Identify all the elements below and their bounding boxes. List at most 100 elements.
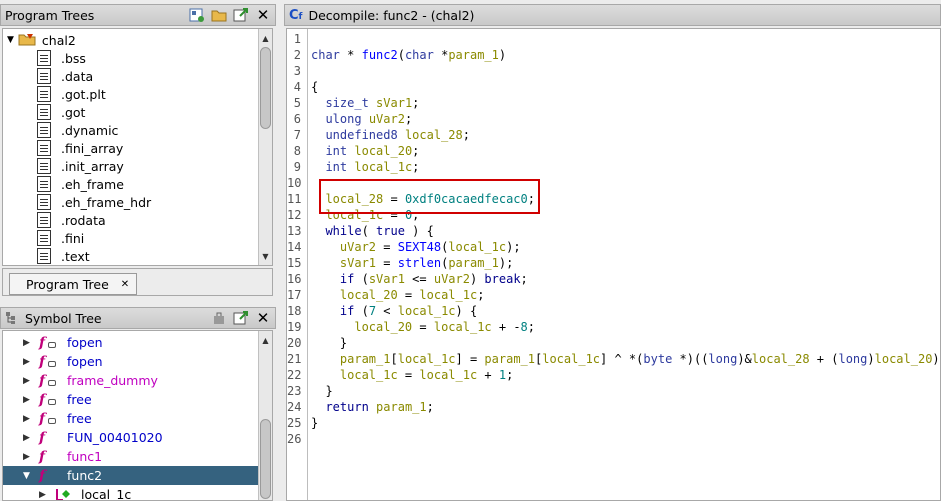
scroll-thumb[interactable] xyxy=(260,419,271,499)
decompiler-icon: Cf xyxy=(289,7,303,23)
line-number: 11 xyxy=(287,192,302,206)
code-line[interactable]: 1 xyxy=(287,31,311,47)
tree-section-row[interactable]: .dynamic xyxy=(37,121,118,139)
code-line[interactable]: 4{ xyxy=(287,79,318,95)
symbol-row[interactable]: ▶ f free xyxy=(3,409,258,428)
code-line[interactable]: 25} xyxy=(287,415,318,431)
scroll-down-icon[interactable]: ▼ xyxy=(259,249,272,263)
symbol-tree-scrollbar[interactable]: ▲ xyxy=(258,331,272,500)
tree-section-row[interactable]: .eh_frame xyxy=(37,175,124,193)
line-number: 18 xyxy=(287,304,302,318)
symbol-tree-icon xyxy=(5,311,19,325)
close-program-trees-icon[interactable]: ✕ xyxy=(255,7,271,23)
code-line[interactable]: 16 if (sVar1 <= uVar2) break; xyxy=(287,271,528,287)
symbol-row[interactable]: ▶ f FUN_00401020 xyxy=(3,428,258,447)
fragment-icon xyxy=(37,212,51,228)
symbol-row[interactable]: ▶ f frame_dummy xyxy=(3,371,258,390)
chevron-down-icon[interactable]: ▼ xyxy=(7,35,14,45)
code-line[interactable]: 7 undefined8 local_28; xyxy=(287,127,470,143)
tree-section-row[interactable]: .got.plt xyxy=(37,85,106,103)
line-number: 15 xyxy=(287,256,302,270)
code-line[interactable]: 26 xyxy=(287,431,311,447)
create-tree-icon[interactable] xyxy=(189,7,205,23)
scroll-up-icon[interactable]: ▲ xyxy=(259,31,272,45)
chevron-right-icon[interactable]: ▶ xyxy=(23,414,33,424)
tree-section-row[interactable]: .init_array xyxy=(37,157,124,175)
scroll-thumb[interactable] xyxy=(260,47,271,129)
tree-section-row[interactable]: .rodata xyxy=(37,211,106,229)
open-folder-icon[interactable] xyxy=(211,7,227,23)
symbol-row[interactable]: ▶ local_1c xyxy=(3,485,258,501)
external-function-icon: f xyxy=(39,335,56,351)
symbol-row[interactable]: ▶ f free xyxy=(3,390,258,409)
chevron-right-icon[interactable]: ▶ xyxy=(23,357,33,367)
code-line[interactable]: 6 ulong uVar2; xyxy=(287,111,412,127)
scroll-up-icon[interactable]: ▲ xyxy=(259,333,272,347)
code-text: sVar1 = strlen(param_1); xyxy=(339,256,514,270)
tree-section-row[interactable]: .fini xyxy=(37,229,84,247)
code-text: return param_1; xyxy=(325,400,434,414)
code-line[interactable]: 10 xyxy=(287,175,311,191)
export-icon[interactable] xyxy=(233,310,249,326)
code-line[interactable]: 17 local_20 = local_1c; xyxy=(287,287,484,303)
program-folder-icon xyxy=(18,32,36,49)
code-line[interactable]: 24 return param_1; xyxy=(287,399,434,415)
program-trees-scrollbar[interactable]: ▲ ▼ xyxy=(258,29,272,265)
tab-program-tree[interactable]: Program Tree ✕ xyxy=(9,273,137,295)
code-text: uVar2 = SEXT48(local_1c); xyxy=(339,240,521,254)
tree-root-row[interactable]: ▼ chal2 xyxy=(7,31,76,49)
line-number: 4 xyxy=(293,80,301,94)
tab-close-icon[interactable]: ✕ xyxy=(121,279,129,290)
line-number: 22 xyxy=(287,368,302,382)
line-number: 3 xyxy=(293,64,301,78)
chevron-right-icon[interactable]: ▶ xyxy=(23,395,33,405)
tree-section-row[interactable]: .bss xyxy=(37,49,86,67)
line-number: 26 xyxy=(287,432,302,446)
code-line[interactable]: 5 size_t sVar1; xyxy=(287,95,420,111)
tree-section-row[interactable]: .got xyxy=(37,103,85,121)
code-line[interactable]: 23 } xyxy=(287,383,333,399)
code-line[interactable]: 9 int local_1c; xyxy=(287,159,420,175)
line-number: 9 xyxy=(293,160,301,174)
symbol-label: func1 xyxy=(67,449,103,464)
symbol-label: FUN_00401020 xyxy=(67,430,163,445)
code-line[interactable]: 15 sVar1 = strlen(param_1); xyxy=(287,255,513,271)
fragment-icon xyxy=(37,68,51,84)
code-line[interactable]: 18 if (7 < local_1c) { xyxy=(287,303,477,319)
symbol-row[interactable]: ▼ f func2 xyxy=(3,466,258,485)
symbol-row[interactable]: ▶ f func1 xyxy=(3,447,258,466)
filter-icon[interactable] xyxy=(211,310,227,326)
chevron-right-icon[interactable]: ▶ xyxy=(23,338,33,348)
tree-section-row[interactable]: .data xyxy=(37,67,93,85)
tree-section-row[interactable]: .eh_frame_hdr xyxy=(37,193,151,211)
chevron-right-icon[interactable]: ▶ xyxy=(23,376,33,386)
code-line[interactable]: 14 uVar2 = SEXT48(local_1c); xyxy=(287,239,521,255)
fragment-icon xyxy=(37,86,51,102)
code-text: int local_20; xyxy=(325,144,420,158)
tree-section-label: .bss xyxy=(61,50,86,66)
code-line[interactable]: 22 local_1c = local_1c + 1; xyxy=(287,367,513,383)
code-line[interactable]: 2 char * func2(char *param_1) xyxy=(287,47,506,63)
fragment-icon xyxy=(37,230,51,246)
tree-section-row[interactable]: .fini_array xyxy=(37,139,123,157)
tree-section-row[interactable]: .text xyxy=(37,247,90,265)
close-symbol-tree-icon[interactable]: ✕ xyxy=(255,310,271,326)
chevron-right-icon[interactable]: ▶ xyxy=(39,490,49,500)
decompile-code-view[interactable]: 1 2 char * func2(char *param_1) 3 4{5 size_t… xyxy=(286,28,941,501)
code-line[interactable]: 3 xyxy=(287,63,311,79)
code-line[interactable]: 20 } xyxy=(287,335,347,351)
chevron-right-icon[interactable]: ▶ xyxy=(23,452,33,462)
code-line[interactable]: 8 int local_20; xyxy=(287,143,420,159)
export-icon[interactable] xyxy=(233,7,249,23)
symbol-row[interactable]: ▶ f fopen xyxy=(3,333,258,352)
chevron-down-icon[interactable]: ▼ xyxy=(23,471,33,481)
code-line[interactable]: 19 local_20 = local_1c + -8; xyxy=(287,319,535,335)
symbol-row[interactable]: ▶ f fopen xyxy=(3,352,258,371)
tree-section-label: .text xyxy=(61,248,90,264)
line-number: 16 xyxy=(287,272,302,286)
chevron-right-icon[interactable]: ▶ xyxy=(23,433,33,443)
code-line[interactable]: 21 param_1[local_1c] = param_1[local_1c]… xyxy=(287,351,940,367)
code-line[interactable]: 13 while( true ) { xyxy=(287,223,434,239)
symbol-label: local_1c xyxy=(81,487,132,501)
line-number: 1 xyxy=(293,32,301,46)
